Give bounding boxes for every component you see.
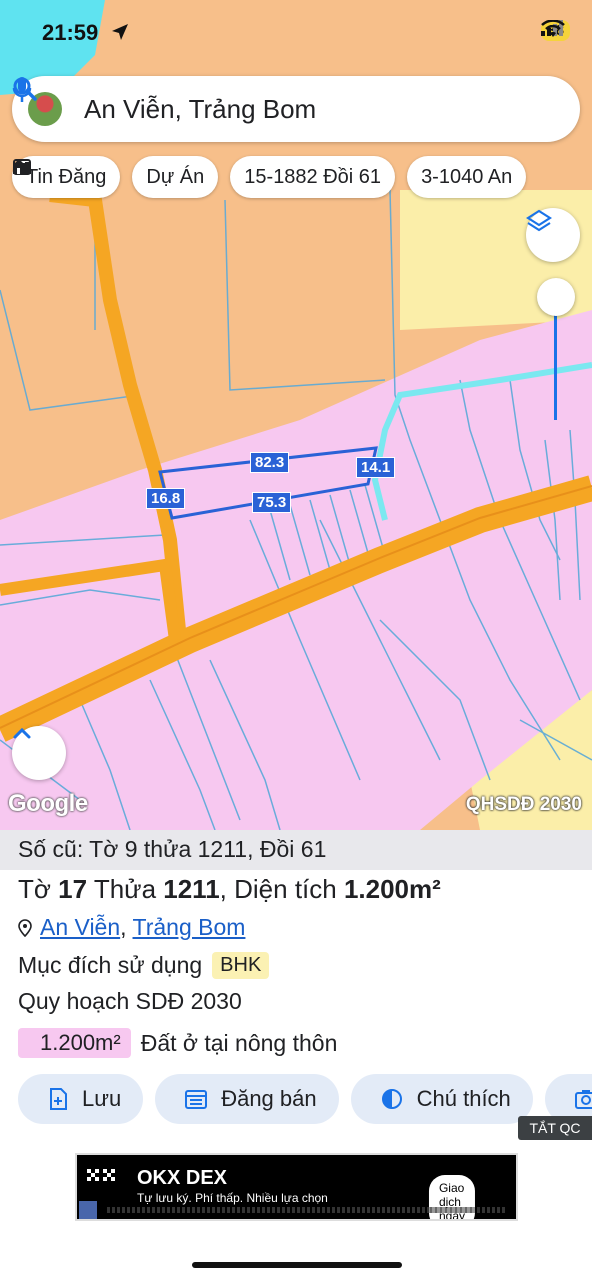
parcel-title: Tờ 17 Thửa 1211, Diện tích 1.200m² [18,874,441,905]
legend-button[interactable]: Chú thích [350,1074,533,1124]
ad-banner[interactable]: OKX DEX Tự lưu ký. Phí thấp. Nhiều lựa c… [75,1153,518,1221]
location-pin-icon [18,918,32,937]
legend-button-label: Chú thích [416,1086,511,1111]
land-use-row: Mục đích sử dụng BHK [18,952,270,979]
dimension-left-label: 16.8 [146,488,186,509]
plan-use-label: Đất ở tại nông thôn [140,1029,338,1056]
legend-icon [381,1089,402,1109]
status-time: 21:59 [42,20,99,45]
location-separator: , [120,914,127,940]
purpose-label: Mục đích sử dụng [18,952,203,978]
post-for-sale-button[interactable]: Đăng bán [155,1074,339,1124]
expand-button[interactable] [12,726,66,780]
chip-recent-parcel-2[interactable]: 3-1040 An [407,156,527,198]
ad-subtitle: Tự lưu ký. Phí thấp. Nhiều lựa chọn [137,1191,328,1205]
save-button-label: Lưu [82,1086,122,1111]
ward-link[interactable]: An Viễn [40,914,120,940]
home-indicator[interactable] [192,1262,402,1268]
plan-area-row: 1.200m² Đất ở tại nông thôn [18,1028,337,1058]
old-reference: Số cũ: Tờ 9 thửa 1211, Đồi 61 [0,830,592,870]
dimension-top-label: 82.3 [250,452,290,473]
chip-label: 15-1882 Đồi 61 [244,165,382,188]
location-row: An Viễn, Trảng Bom [18,914,245,941]
ad-fine-print [107,1207,507,1213]
dimension-bottom-label: 75.3 [252,492,292,513]
title-area-label: , Diện tích [219,874,344,904]
parcel-number: 1211 [163,874,220,904]
save-button[interactable]: Lưu [18,1074,144,1124]
plan-label: Quy hoạch SDĐ 2030 [18,988,242,1014]
layer-label: QHSDĐ 2030 [465,794,582,815]
purpose-code-badge: BHK [212,952,270,979]
layers-icon [526,209,552,232]
wifi-icon [541,20,566,37]
camera-icon [574,1090,592,1109]
chip-recent-parcel-1[interactable]: 15-1882 Đồi 61 [230,156,396,198]
ad-title: OKX DEX [137,1167,228,1189]
action-buttons: Lưu Đăng bán Chú thích C [18,1074,592,1124]
okx-logo-icon [87,1169,115,1181]
map-view[interactable]: 82.3 14.1 16.8 75.3 21:59 38 An Viễn, Tr… [0,0,592,830]
dimension-right-label: 14.1 [356,457,396,478]
title-prefix: Tờ [18,874,59,904]
app-screen: 82.3 14.1 16.8 75.3 21:59 38 An Viễn, Tr… [0,0,592,1280]
title-mid: Thửa [87,874,164,904]
search-input[interactable]: An Viễn, Trảng Bom [84,94,542,125]
google-logo: Google [8,790,88,817]
plan-area-badge: 1.200m² [18,1028,131,1058]
post-button-label: Đăng bán [221,1086,317,1111]
opacity-slider-track[interactable] [554,300,557,420]
search-bar[interactable]: An Viễn, Trảng Bom [12,76,580,142]
chip-du-an[interactable]: Dự Án [13,156,219,198]
chip-label: Tin Đăng [26,165,107,188]
opacity-slider-knob[interactable] [537,278,575,316]
parcel-area: 1.200m² [343,874,441,904]
ad-cta-button[interactable]: Giao dịch ngay [428,1175,475,1219]
ad-choices-icon[interactable] [79,1201,97,1219]
filter-chips: Tin Đăng Dự Án 15-1882 Đồi 61 3-1040 An [12,156,527,198]
sheet-number: 17 [58,874,88,904]
post-icon [185,1090,208,1109]
buildings-icon [13,159,31,174]
status-indicators: 38 [541,20,570,41]
chevron-up-icon [13,727,31,739]
layers-button[interactable] [526,208,580,262]
hide-ads-button[interactable]: TẮT QC [518,1116,592,1140]
chip-label: 3-1040 An [421,165,513,188]
save-icon [50,1088,67,1110]
chip-label: Dự Án [146,165,205,188]
district-link[interactable]: Trảng Bom [133,914,246,940]
